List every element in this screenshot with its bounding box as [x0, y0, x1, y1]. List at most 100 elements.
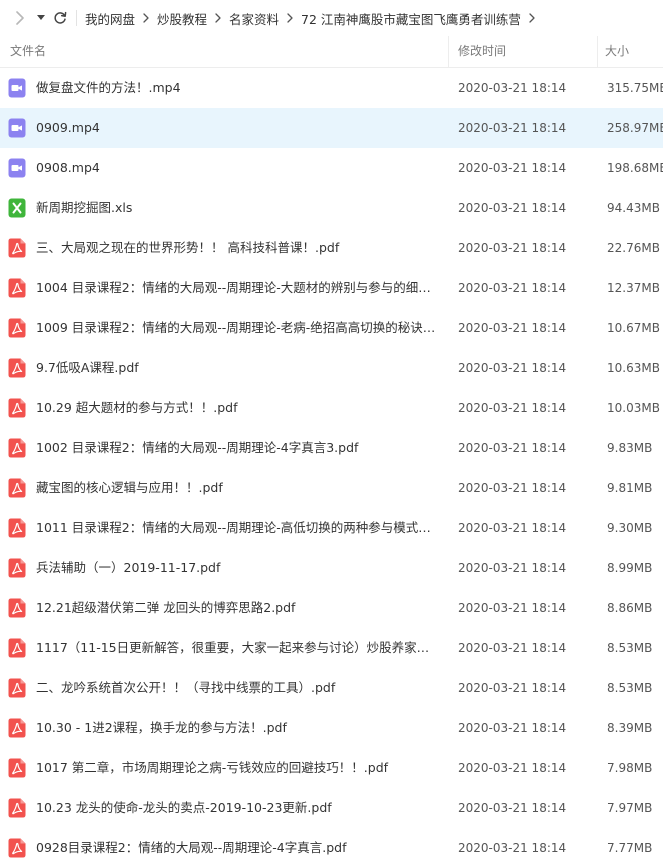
file-modified-time: 2020-03-21 18:14	[458, 441, 567, 455]
file-modified-time: 2020-03-21 18:14	[458, 641, 567, 655]
history-dropdown-button[interactable]	[32, 0, 50, 36]
file-row[interactable]: 1011 目录课程2：情绪的大局观--周期理论-高低切换的两种参与模式以及...…	[0, 508, 663, 548]
file-row[interactable]: 1017 第二章，市场周期理论之病-亏钱效应的回避技巧！！.pdf 2020-03…	[0, 748, 663, 788]
file-size: 10.63MB	[607, 361, 660, 375]
file-size: 22.76MB	[607, 241, 660, 255]
file-modified-time: 2020-03-21 18:14	[458, 761, 567, 775]
file-modified-time: 2020-03-21 18:14	[458, 601, 567, 615]
file-name[interactable]: 10.23 龙头的使命-龙头的卖点-2019-10-23更新.pdf	[36, 788, 440, 828]
file-size: 9.30MB	[607, 521, 653, 535]
navigation-bar: 我的网盘 炒股教程 名家资料 72 江南神鹰股市藏宝图飞鹰勇者训练营	[0, 0, 663, 36]
breadcrumb-item-current[interactable]: 72 江南神鹰股市藏宝图飞鹰勇者训练营	[301, 9, 521, 28]
column-divider[interactable]	[448, 36, 449, 67]
file-modified-time: 2020-03-21 18:14	[458, 841, 567, 855]
file-size: 7.98MB	[607, 761, 653, 775]
file-name[interactable]: 1009 目录课程2：情绪的大局观--周期理论-老病-绝招高高切换的秘诀！.p.…	[36, 308, 440, 348]
file-name[interactable]: 9.7低吸A课程.pdf	[36, 348, 440, 388]
file-modified-time: 2020-03-21 18:14	[458, 161, 567, 175]
column-header: 文件名 修改时间 大小	[0, 36, 663, 68]
file-size: 7.97MB	[607, 801, 653, 815]
file-row[interactable]: 12.21超级潜伏第二弹 龙回头的博弈思路2.pdf 2020-03-21 18:…	[0, 588, 663, 628]
file-modified-time: 2020-03-21 18:14	[458, 361, 567, 375]
file-name[interactable]: 0928目录课程2：情绪的大局观--周期理论-4字真言.pdf	[36, 828, 440, 862]
file-name[interactable]: 10.29 超大题材的参与方式！！.pdf	[36, 388, 440, 428]
file-modified-time: 2020-03-21 18:14	[458, 241, 567, 255]
file-size: 315.75MB	[607, 81, 663, 95]
file-name[interactable]: 0908.mp4	[36, 148, 440, 188]
file-modified-time: 2020-03-21 18:14	[458, 721, 567, 735]
file-name[interactable]: 新周期挖掘图.xls	[36, 188, 440, 228]
file-row[interactable]: 兵法辅助（一）2019-11-17.pdf 2020-03-21 18:14 8.9…	[0, 548, 663, 588]
file-row[interactable]: 0909.mp4 2020-03-21 18:14 258.97MB	[0, 108, 663, 148]
pdf-file-icon	[8, 718, 26, 738]
pdf-file-icon	[8, 838, 26, 858]
file-row[interactable]: 10.23 龙头的使命-龙头的卖点-2019-10-23更新.pdf 2020-0…	[0, 788, 663, 828]
file-row[interactable]: 0928目录课程2：情绪的大局观--周期理论-4字真言.pdf 2020-03-2…	[0, 828, 663, 862]
breadcrumb-chevron-icon[interactable]	[521, 0, 543, 36]
breadcrumb-item-level-1[interactable]: 炒股教程	[157, 9, 207, 28]
file-row[interactable]: 9.7低吸A课程.pdf 2020-03-21 18:14 10.63MB	[0, 348, 663, 388]
file-row[interactable]: 1009 目录课程2：情绪的大局观--周期理论-老病-绝招高高切换的秘诀！.p.…	[0, 308, 663, 348]
breadcrumb-item-root[interactable]: 我的网盘	[85, 9, 135, 28]
pdf-file-icon	[8, 358, 26, 378]
file-row[interactable]: 1117（11-15日更新解答，很重要，大家一起来参与讨论）炒股养家心法... 2…	[0, 628, 663, 668]
file-name[interactable]: 1017 第二章，市场周期理论之病-亏钱效应的回避技巧！！.pdf	[36, 748, 440, 788]
breadcrumb-item-level-2[interactable]: 名家资料	[229, 9, 279, 28]
file-size: 10.03MB	[607, 401, 660, 415]
file-manager-window: 我的网盘 炒股教程 名家资料 72 江南神鹰股市藏宝图飞鹰勇者训练营 文件名 修…	[0, 0, 663, 862]
file-name[interactable]: 1117（11-15日更新解答，很重要，大家一起来参与讨论）炒股养家心法...	[36, 628, 440, 668]
file-size: 8.99MB	[607, 561, 653, 575]
pdf-file-icon	[8, 638, 26, 658]
video-file-icon	[8, 78, 26, 98]
file-row[interactable]: 10.29 超大题材的参与方式！！.pdf 2020-03-21 18:14 10.…	[0, 388, 663, 428]
file-name[interactable]: 1004 目录课程2：情绪的大局观--周期理论-大题材的辨别与参与的细节.pdf	[36, 268, 440, 308]
column-divider[interactable]	[597, 36, 598, 67]
file-modified-time: 2020-03-21 18:14	[458, 81, 567, 95]
file-name[interactable]: 做复盘文件的方法！.mp4	[36, 68, 440, 108]
breadcrumb-chevron-icon	[135, 0, 157, 36]
column-header-name[interactable]: 文件名	[10, 36, 46, 67]
file-row[interactable]: 二、龙吟系统首次公开！！（寻找中线票的工具）.pdf 2020-03-21 18:…	[0, 668, 663, 708]
file-row[interactable]: 三、大局观之现在的世界形势！！ 高科技科普课！.pdf 2020-03-21 18…	[0, 228, 663, 268]
pdf-file-icon	[8, 598, 26, 618]
refresh-button[interactable]	[50, 0, 70, 36]
file-name[interactable]: 兵法辅助（一）2019-11-17.pdf	[36, 548, 440, 588]
file-modified-time: 2020-03-21 18:14	[458, 681, 567, 695]
pdf-file-icon	[8, 518, 26, 538]
pdf-file-icon	[8, 558, 26, 578]
forward-button[interactable]	[8, 0, 32, 36]
file-size: 8.53MB	[607, 641, 653, 655]
file-name[interactable]: 三、大局观之现在的世界形势！！ 高科技科普课！.pdf	[36, 228, 440, 268]
pdf-file-icon	[8, 478, 26, 498]
pdf-file-icon	[8, 678, 26, 698]
file-row[interactable]: 藏宝图的核心逻辑与应用！！.pdf 2020-03-21 18:14 9.81MB	[0, 468, 663, 508]
pdf-file-icon	[8, 798, 26, 818]
column-header-size[interactable]: 大小	[605, 36, 629, 67]
file-row[interactable]: 1002 目录课程2：情绪的大局观--周期理论-4字真言3.pdf 2020-03…	[0, 428, 663, 468]
file-row[interactable]: 新周期挖掘图.xls 2020-03-21 18:14 94.43MB	[0, 188, 663, 228]
file-modified-time: 2020-03-21 18:14	[458, 521, 567, 535]
file-name[interactable]: 二、龙吟系统首次公开！！（寻找中线票的工具）.pdf	[36, 668, 440, 708]
file-modified-time: 2020-03-21 18:14	[458, 201, 567, 215]
file-row[interactable]: 10.30 - 1进2课程，换手龙的参与方法！.pdf 2020-03-21 18…	[0, 708, 663, 748]
nav-divider	[76, 10, 77, 26]
pdf-file-icon	[8, 398, 26, 418]
file-size: 12.37MB	[607, 281, 660, 295]
file-name[interactable]: 藏宝图的核心逻辑与应用！！.pdf	[36, 468, 440, 508]
file-row[interactable]: 0908.mp4 2020-03-21 18:14 198.68MB	[0, 148, 663, 188]
file-name[interactable]: 0909.mp4	[36, 108, 440, 148]
file-modified-time: 2020-03-21 18:14	[458, 561, 567, 575]
breadcrumb-chevron-icon	[207, 0, 229, 36]
file-name[interactable]: 1002 目录课程2：情绪的大局观--周期理论-4字真言3.pdf	[36, 428, 440, 468]
file-name[interactable]: 12.21超级潜伏第二弹 龙回头的博弈思路2.pdf	[36, 588, 440, 628]
file-row[interactable]: 做复盘文件的方法！.mp4 2020-03-21 18:14 315.75MB	[0, 68, 663, 108]
column-header-modified[interactable]: 修改时间	[458, 36, 506, 67]
excel-file-icon	[8, 198, 26, 218]
file-row[interactable]: 1004 目录课程2：情绪的大局观--周期理论-大题材的辨别与参与的细节.pdf…	[0, 268, 663, 308]
file-size: 9.81MB	[607, 481, 653, 495]
file-name[interactable]: 1011 目录课程2：情绪的大局观--周期理论-高低切换的两种参与模式以及...	[36, 508, 440, 548]
file-size: 10.67MB	[607, 321, 660, 335]
file-name[interactable]: 10.30 - 1进2课程，换手龙的参与方法！.pdf	[36, 708, 440, 748]
pdf-file-icon	[8, 438, 26, 458]
file-modified-time: 2020-03-21 18:14	[458, 481, 567, 495]
